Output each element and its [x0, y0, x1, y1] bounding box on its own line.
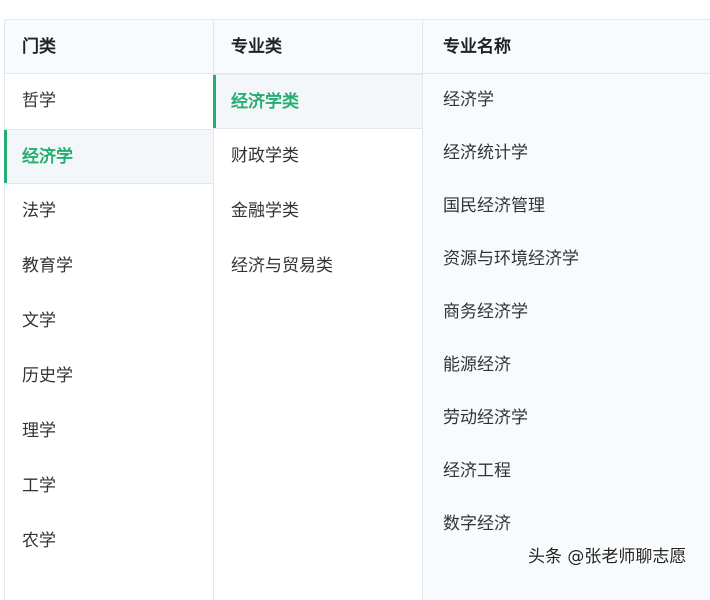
major-header: 专业名称 [423, 20, 710, 74]
subcategory-item[interactable]: 经济学类 [213, 74, 422, 129]
subcategory-item[interactable]: 财政学类 [214, 129, 422, 184]
category-header: 门类 [5, 20, 213, 74]
major-column: 专业名称 经济学 经济统计学 国民经济管理 资源与环境经济学 商务经济学 能源经济 劳动经济… [423, 20, 710, 600]
major-selector-table: 门类 哲学 经济学 法学 教育学 文学 历史学 理学 工学 农学 专业类 经济学类 财政学类 金融学… [4, 19, 710, 600]
major-item[interactable]: 经济统计学 [423, 127, 710, 180]
major-item[interactable]: 经济学 [423, 74, 710, 127]
major-item[interactable]: 经济工程 [423, 445, 710, 498]
major-item[interactable]: 资源与环境经济学 [423, 233, 710, 286]
category-item[interactable]: 法学 [5, 184, 213, 239]
category-item[interactable]: 经济学 [4, 129, 213, 184]
subcategory-item[interactable]: 金融学类 [214, 184, 422, 239]
category-item[interactable]: 文学 [5, 294, 213, 349]
major-item[interactable]: 国民经济管理 [423, 180, 710, 233]
category-item[interactable]: 哲学 [5, 74, 213, 129]
category-item[interactable]: 理学 [5, 404, 213, 459]
subcategory-header: 专业类 [214, 20, 422, 74]
subcategory-column: 专业类 经济学类 财政学类 金融学类 经济与贸易类 [213, 20, 423, 600]
subcategory-item[interactable]: 经济与贸易类 [214, 239, 422, 294]
watermark: 头条 @张老师聊志愿 [528, 547, 687, 567]
category-item[interactable]: 历史学 [5, 349, 213, 404]
category-item[interactable]: 教育学 [5, 239, 213, 294]
category-column: 门类 哲学 经济学 法学 教育学 文学 历史学 理学 工学 农学 [4, 20, 214, 600]
major-item[interactable]: 劳动经济学 [423, 392, 710, 445]
major-item[interactable]: 能源经济 [423, 339, 710, 392]
major-item[interactable]: 商务经济学 [423, 286, 710, 339]
category-item[interactable]: 工学 [5, 459, 213, 514]
category-item[interactable]: 农学 [5, 514, 213, 569]
